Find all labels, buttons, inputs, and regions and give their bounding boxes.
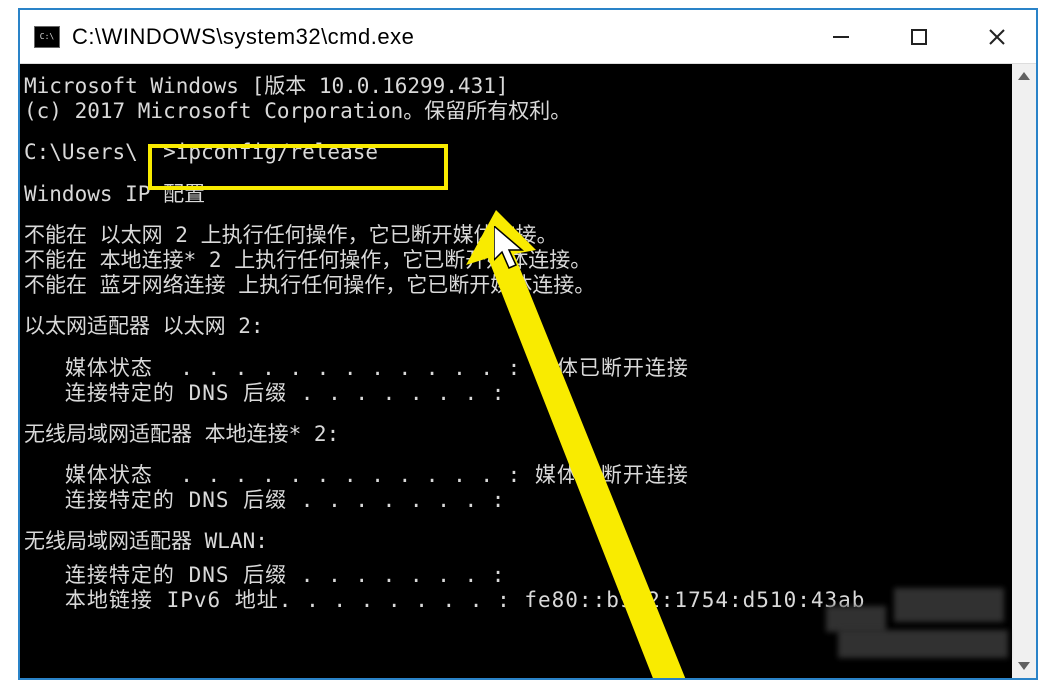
- terminal-section-header: 无线局域网适配器 WLAN:: [20, 529, 1036, 554]
- blurred-region: [838, 630, 1008, 658]
- window-title: C:\WINDOWS\system32\cmd.exe: [72, 24, 802, 50]
- window-controls: [802, 10, 1036, 63]
- terminal-line: 媒体状态 . . . . . . . . . . . . : 媒体已断开连接: [20, 356, 1036, 381]
- terminal-line: (c) 2017 Microsoft Corporation。保留所有权利。: [20, 99, 1036, 124]
- terminal-line: 不能在 以太网 2 上执行任何操作，它已断开媒体连接。: [20, 223, 1036, 248]
- terminal-line: 连接特定的 DNS 后缀 . . . . . . . :: [20, 563, 1036, 588]
- terminal-area[interactable]: Microsoft Windows [版本 10.0.16299.431] (c…: [20, 64, 1036, 678]
- terminal-section-header: 无线局域网适配器 本地连接* 2:: [20, 422, 1036, 447]
- terminal-line: Microsoft Windows [版本 10.0.16299.431]: [20, 74, 1036, 99]
- terminal-line: 不能在 蓝牙网络连接 上执行任何操作，它已断开媒体连接。: [20, 273, 1036, 298]
- terminal-line: 不能在 本地连接* 2 上执行任何操作，它已断开媒体连接。: [20, 248, 1036, 273]
- scroll-down-button[interactable]: [1012, 654, 1036, 678]
- vertical-scrollbar[interactable]: [1012, 64, 1036, 678]
- cmd-window: C:\ C:\WINDOWS\system32\cmd.exe Microsof…: [18, 8, 1038, 680]
- terminal-line: 媒体状态 . . . . . . . . . . . . : 媒体已断开连接: [20, 463, 1036, 488]
- terminal-section-header: 以太网适配器 以太网 2:: [20, 314, 1036, 339]
- terminal-line: 连接特定的 DNS 后缀 . . . . . . . :: [20, 488, 1036, 513]
- scroll-track[interactable]: [1012, 88, 1036, 654]
- close-button[interactable]: [958, 10, 1036, 63]
- minimize-button[interactable]: [802, 10, 880, 63]
- titlebar: C:\ C:\WINDOWS\system32\cmd.exe: [20, 10, 1036, 64]
- terminal-line: Windows IP 配置: [20, 182, 1036, 207]
- blurred-region: [894, 588, 1004, 622]
- maximize-button[interactable]: [880, 10, 958, 63]
- cmd-icon: C:\: [34, 26, 60, 48]
- terminal-prompt: C:\Users\ >ipconfig/release: [20, 140, 1036, 165]
- terminal-line: 连接特定的 DNS 后缀 . . . . . . . :: [20, 381, 1036, 406]
- blurred-region: [826, 606, 886, 632]
- scroll-up-button[interactable]: [1012, 64, 1036, 88]
